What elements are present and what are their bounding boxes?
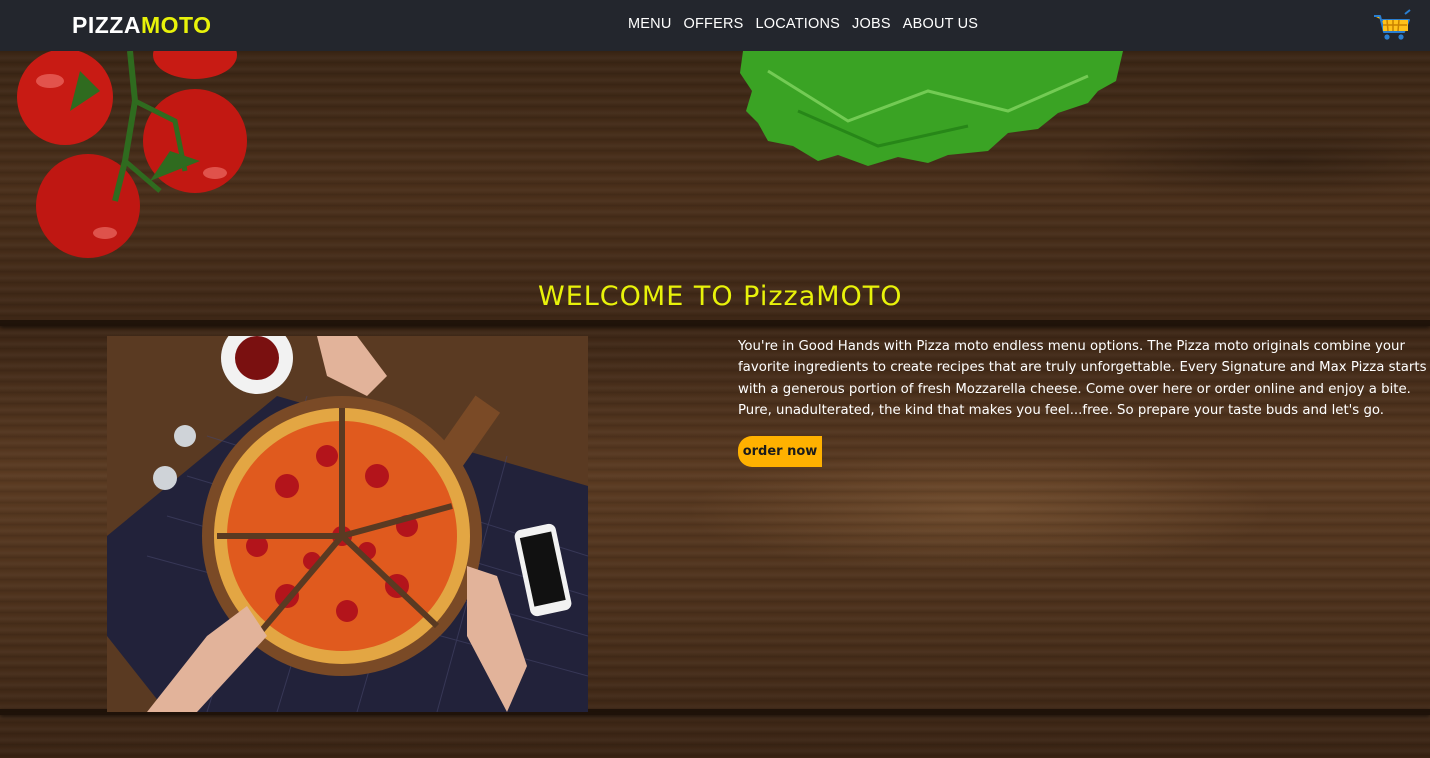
order-now-button[interactable]: order now — [738, 436, 822, 467]
logo-text-moto: MOTO — [140, 12, 212, 38]
tomatoes-image — [17, 51, 247, 258]
hero-description: You're in Good Hands with Pizza moto end… — [738, 339, 1427, 418]
logo-text-pizza: PIZZA — [72, 12, 141, 38]
nav-menu[interactable]: MENU — [628, 16, 672, 32]
nav-locations[interactable]: LOCATIONS — [756, 16, 841, 32]
plank-divider — [0, 320, 1430, 326]
shopping-cart-icon[interactable] — [1372, 8, 1414, 42]
nav-offers[interactable]: OFFERS — [684, 16, 744, 32]
main-nav: MENU OFFERS LOCATIONS JOBS ABOUT US — [628, 16, 990, 32]
welcome-heading: WELCOME TO PizzaMOTO — [538, 281, 903, 312]
top-navbar: PIZZAMOTO MENU OFFERS LOCATIONS JOBS ABO… — [0, 0, 1430, 51]
pizza-photo — [107, 336, 588, 712]
nav-about-us[interactable]: ABOUT US — [903, 16, 978, 32]
site-logo[interactable]: PIZZAMOTO — [72, 12, 212, 39]
lettuce-image — [740, 51, 1123, 166]
nav-jobs[interactable]: JOBS — [852, 16, 891, 32]
